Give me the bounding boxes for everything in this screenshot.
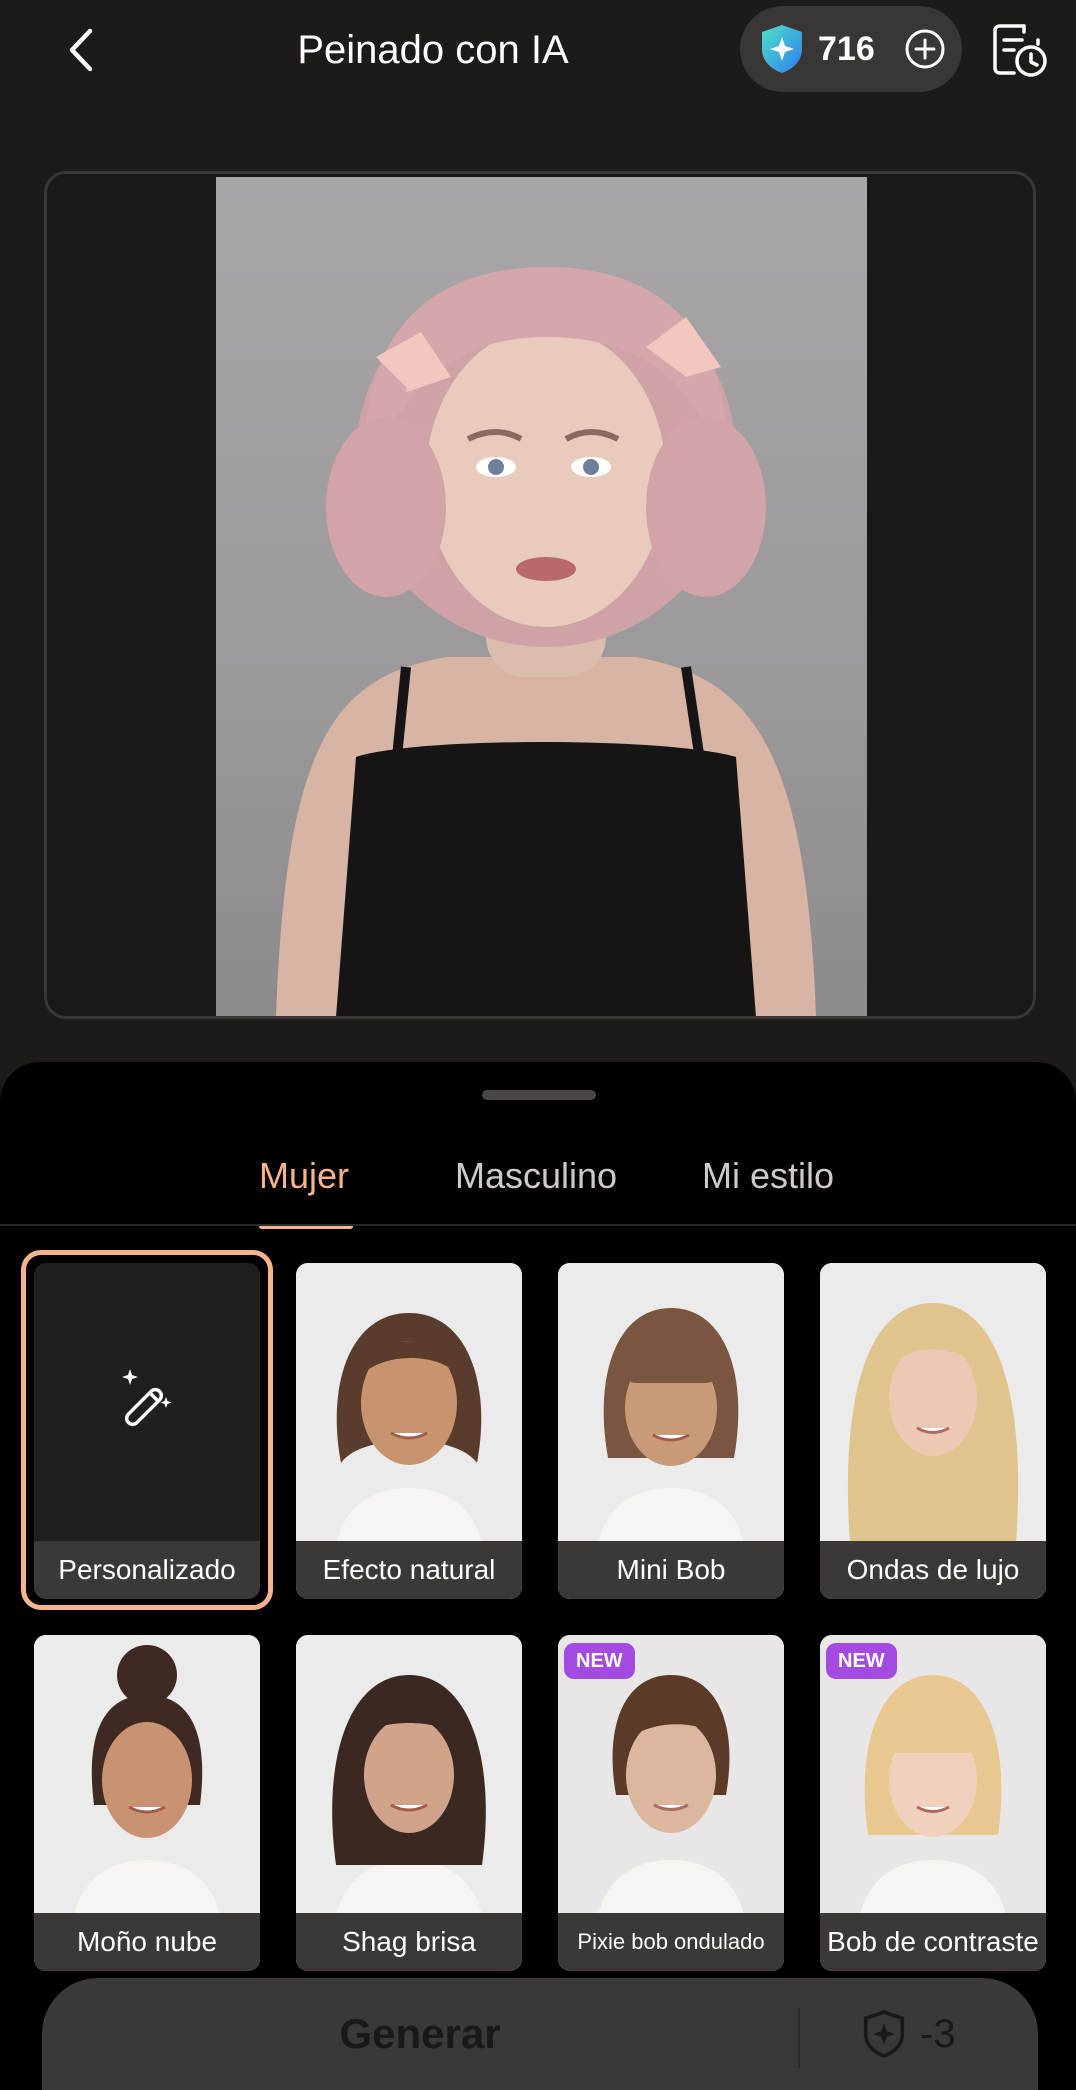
- uploaded-photo[interactable]: [216, 177, 867, 1016]
- style-label: Ondas de lujo: [846, 1554, 1020, 1585]
- new-badge: NEW: [826, 1643, 897, 1679]
- page-title: Peinado con IA: [297, 28, 569, 72]
- style-label-bar: Shag brisa: [296, 1913, 522, 1971]
- magic-wand-icon: [122, 1369, 172, 1427]
- history-icon[interactable]: [990, 20, 1050, 80]
- style-preview-image: [558, 1263, 784, 1543]
- style-label: Bob de contraste: [827, 1926, 1039, 1957]
- generate-button[interactable]: Generar -3: [42, 1978, 1038, 2090]
- style-label-bar: Pixie bob ondulado: [558, 1913, 784, 1971]
- tab-masculino[interactable]: Masculino: [455, 1142, 617, 1210]
- style-preview-image: [296, 1263, 522, 1543]
- style-label-bar: Ondas de lujo: [820, 1541, 1046, 1599]
- style-label: Moño nube: [76, 1926, 218, 1957]
- new-badge: NEW: [564, 1643, 635, 1679]
- style-card-pixie-bob-ondulado[interactable]: NEW Pixie bob ondulado: [558, 1635, 784, 1971]
- generate-divider: [798, 2008, 800, 2068]
- tabs-divider: [0, 1224, 1076, 1226]
- sheet-drag-handle[interactable]: [482, 1090, 596, 1100]
- style-card-bob-de-contraste[interactable]: NEW Bob de contraste: [820, 1635, 1046, 1971]
- style-label: Shag brisa: [342, 1926, 476, 1957]
- style-label: Personalizado: [58, 1554, 236, 1585]
- photo-preview-frame: [44, 171, 1036, 1019]
- style-preview-image: [820, 1263, 1046, 1543]
- style-label: Efecto natural: [322, 1554, 496, 1585]
- category-tabs: Mujer Masculino Mi estilo: [0, 1142, 1076, 1234]
- style-card-mini-bob[interactable]: Mini Bob: [558, 1263, 784, 1599]
- style-label-bar: Mini Bob: [558, 1541, 784, 1599]
- shield-star-icon: [863, 2010, 905, 2058]
- style-label-bar: Personalizado: [34, 1541, 260, 1599]
- tab-mujer[interactable]: Mujer: [259, 1142, 349, 1210]
- style-label: Pixie bob ondulado: [577, 1929, 765, 1954]
- style-preview-image: [34, 1635, 260, 1915]
- style-card-shag-brisa[interactable]: Shag brisa: [296, 1635, 522, 1971]
- style-label-bar: Efecto natural: [296, 1541, 522, 1599]
- shield-star-icon: [762, 25, 802, 73]
- generate-label: Generar: [339, 2010, 501, 2057]
- top-bar: Peinado con IA 716: [0, 0, 1076, 100]
- style-label-bar: Moño nube: [34, 1913, 260, 1971]
- style-card-mono-nube[interactable]: Moño nube: [34, 1635, 260, 1971]
- style-label: Mini Bob: [616, 1554, 726, 1585]
- style-card-personalizado[interactable]: Personalizado: [34, 1263, 260, 1599]
- style-card-ondas-de-lujo[interactable]: Ondas de lujo: [820, 1263, 1046, 1599]
- cost-value: -3: [920, 2011, 956, 2056]
- portrait-illustration: [276, 267, 816, 1016]
- style-label-bar: Bob de contraste: [820, 1913, 1046, 1971]
- plus-circle-icon[interactable]: [904, 28, 946, 70]
- style-card-efecto-natural[interactable]: Efecto natural: [296, 1263, 522, 1599]
- credits-balance[interactable]: 716: [740, 6, 962, 92]
- credits-count: 716: [818, 29, 875, 68]
- generation-cost: -3: [862, 1978, 956, 2090]
- tab-mi-estilo[interactable]: Mi estilo: [702, 1142, 834, 1210]
- style-preview-image: [296, 1635, 522, 1915]
